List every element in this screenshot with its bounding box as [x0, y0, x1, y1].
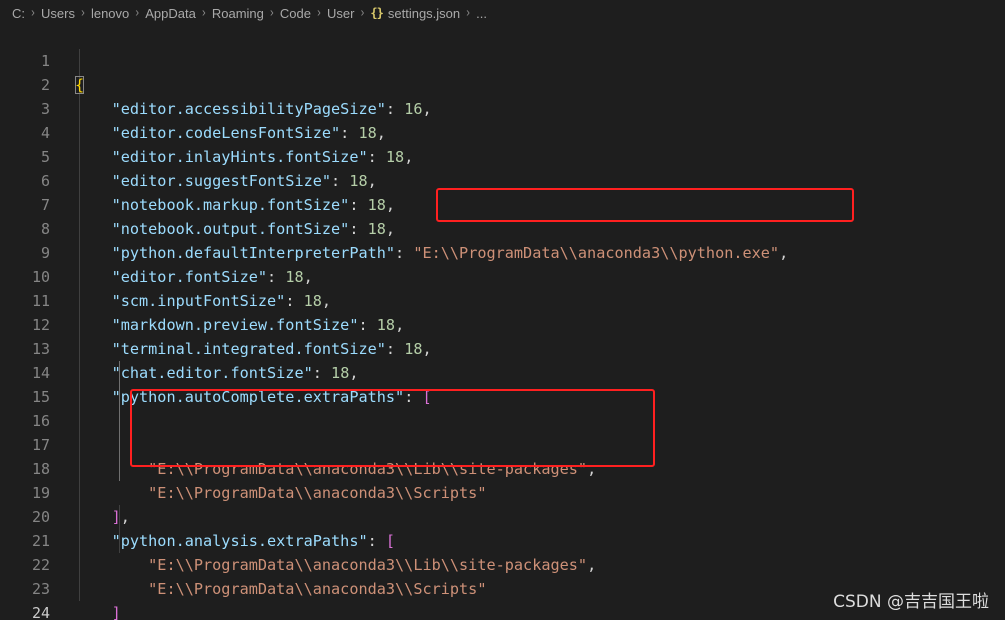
- code-line[interactable]: 14 "python.autoComplete.extraPaths": [: [0, 337, 1005, 406]
- breadcrumb-item-appdata[interactable]: AppData: [145, 6, 196, 21]
- code-line[interactable]: 3 "editor.codeLensFontSize": 18,: [0, 73, 1005, 142]
- chevron-right-icon: ›: [317, 5, 321, 21]
- code-line[interactable]: 10 "scm.inputFontSize": 18,: [0, 241, 1005, 310]
- code-line[interactable]: 6 "notebook.markup.fontSize": 18,: [0, 145, 1005, 214]
- chevron-right-icon: ›: [202, 5, 206, 21]
- code-line[interactable]: 5 "editor.suggestFontSize": 18,: [0, 121, 1005, 190]
- chevron-right-icon: ›: [81, 5, 85, 21]
- code-line[interactable]: 13 "chat.editor.fontSize": 18,: [0, 313, 1005, 382]
- code-line[interactable]: 22 "E:\\ProgramData\\anaconda3\\Scripts": [0, 529, 1005, 598]
- breadcrumb-item-users[interactable]: Users: [41, 6, 75, 21]
- code-line[interactable]: 11 "markdown.preview.fontSize": 18,: [0, 265, 1005, 334]
- chevron-right-icon: ›: [270, 5, 274, 21]
- breadcrumb-item-file[interactable]: {} settings.json: [370, 6, 460, 21]
- breadcrumb-item-user[interactable]: User: [327, 6, 354, 21]
- breadcrumb-item-code[interactable]: Code: [280, 6, 311, 21]
- code-line[interactable]: 20 "python.analysis.extraPaths": [: [0, 481, 1005, 550]
- annotation-box-autocomplete-paths: [130, 389, 655, 467]
- chevron-right-icon: ›: [466, 5, 470, 21]
- file-name: settings.json: [387, 5, 461, 21]
- braces-icon: {}: [370, 6, 383, 20]
- line-number: 24: [31, 604, 50, 620]
- code-line[interactable]: 23 ]: [0, 553, 1005, 620]
- breadcrumb: C: › Users › lenovo › AppData › Roaming …: [0, 0, 1005, 26]
- code-line[interactable]: 4 "editor.inlayHints.fontSize": 18,: [0, 97, 1005, 166]
- code-line[interactable]: 12 "terminal.integrated.fontSize": 18,: [0, 289, 1005, 358]
- code-line[interactable]: 21 "E:\\ProgramData\\anaconda3\\Lib\\sit…: [0, 505, 1005, 574]
- chevron-right-icon: ›: [31, 5, 35, 21]
- code-editor[interactable]: 1 { 2 "editor.accessibilityPageSize": 16…: [0, 25, 1005, 620]
- breadcrumb-item-drive[interactable]: C:: [12, 6, 25, 21]
- bracket-close: ]: [111, 604, 121, 620]
- code-line[interactable]: 1 {: [0, 25, 1005, 94]
- annotation-box-interpreter-path: [436, 188, 854, 222]
- chevron-right-icon: ›: [360, 5, 365, 21]
- line-content: ]: [75, 601, 121, 620]
- breadcrumb-item-symbols[interactable]: ...: [476, 6, 487, 21]
- breadcrumb-item-lenovo[interactable]: lenovo: [91, 6, 129, 21]
- watermark: CSDN @吉吉国王啦: [833, 592, 989, 612]
- code-line[interactable]: 2 "editor.accessibilityPageSize": 16,: [0, 49, 1005, 118]
- code-line[interactable]: 15: [0, 361, 1005, 406]
- breadcrumb-item-roaming[interactable]: Roaming: [212, 6, 264, 21]
- chevron-right-icon: ›: [135, 5, 140, 21]
